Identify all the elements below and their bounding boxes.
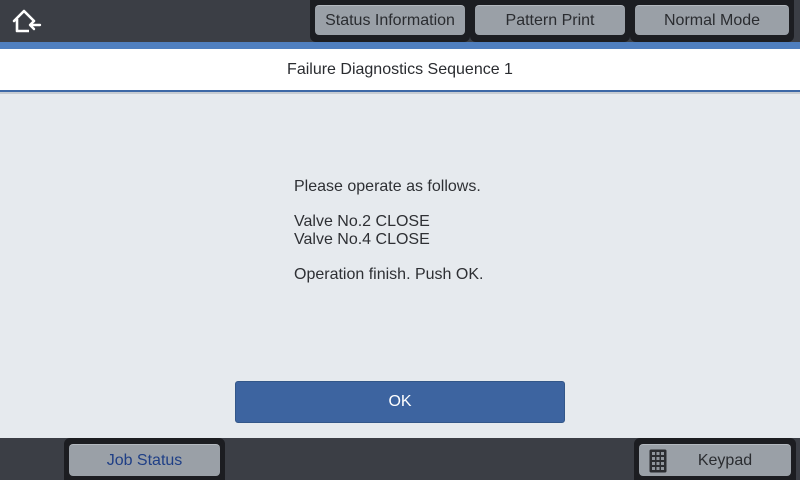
tab-status-information[interactable]: Status Information <box>315 5 465 35</box>
instruction-message: Please operate as follows. Valve No.2 CL… <box>294 178 483 284</box>
tab-pattern-print-frame: Pattern Print <box>470 0 630 42</box>
job-status-label: Job Status <box>106 451 183 469</box>
message-line-4: Operation finish. Push OK. <box>294 266 484 283</box>
tab-normal-mode-frame: Normal Mode <box>630 0 794 42</box>
title-divider-shadow <box>0 92 800 94</box>
tab-status-information-frame: Status Information <box>310 0 470 42</box>
message-line-1: Please operate as follows. <box>294 178 481 195</box>
message-line-2: Valve No.2 CLOSE <box>294 213 430 230</box>
keypad-icon <box>649 449 667 472</box>
message-line-3: Valve No.4 CLOSE <box>294 231 430 248</box>
keypad-frame: Keypad <box>634 438 796 480</box>
tab-pattern-print[interactable]: Pattern Print <box>475 5 625 35</box>
home-button[interactable] <box>8 5 44 37</box>
ok-button-label: OK <box>388 393 412 410</box>
accent-strip <box>0 42 800 49</box>
tab-normal-mode[interactable]: Normal Mode <box>635 5 789 35</box>
home-back-icon <box>12 9 42 33</box>
page-title-bar: Failure Diagnostics Sequence 1 <box>0 49 800 90</box>
ok-button[interactable]: OK <box>235 381 565 423</box>
job-status-button[interactable]: Job Status <box>69 444 220 476</box>
page-title: Failure Diagnostics Sequence 1 <box>287 60 513 78</box>
keypad-button[interactable]: Keypad <box>639 444 791 476</box>
keypad-label: Keypad <box>697 451 753 469</box>
job-status-frame: Job Status <box>64 438 225 480</box>
